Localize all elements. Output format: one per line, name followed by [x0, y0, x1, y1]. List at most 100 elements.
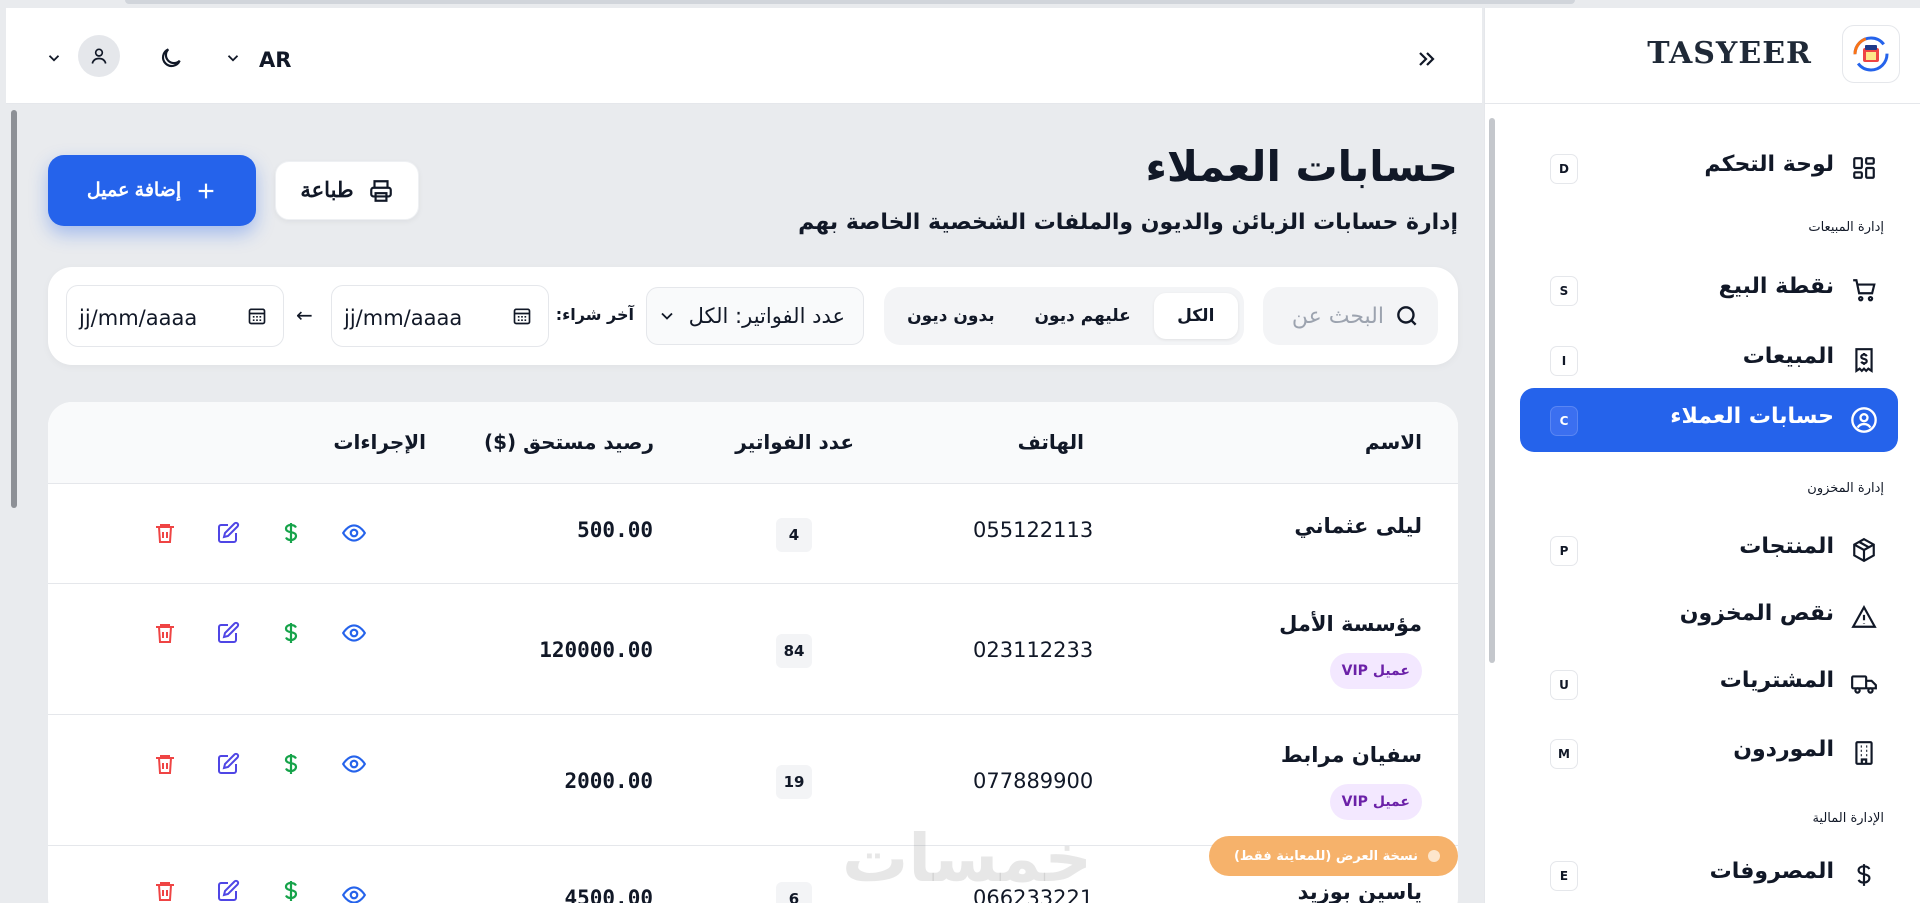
edit-icon: [218, 521, 240, 543]
delete-button[interactable]: [150, 618, 180, 648]
payment-button[interactable]: [276, 876, 306, 903]
delete-button[interactable]: [150, 518, 180, 548]
edit-button[interactable]: [213, 618, 243, 648]
trash-icon: [156, 624, 174, 643]
language-dropdown-toggle[interactable]: [221, 46, 245, 70]
top-header: AR: [6, 8, 1482, 104]
vip-badge: عميل VIP: [1329, 653, 1422, 689]
search-field[interactable]: [1263, 287, 1438, 345]
user-circle-icon: [1850, 406, 1878, 434]
column-actions: الإجراءات: [333, 430, 426, 454]
customer-phone: 055122113: [973, 518, 1094, 542]
section-inventory-title: إدارة المخزون: [1807, 481, 1884, 496]
cart-icon: [1850, 276, 1878, 304]
edit-icon: [218, 752, 240, 774]
demo-version-badge: نسخة العرض (للمعاينة فقط): [1209, 836, 1458, 876]
payment-button[interactable]: [276, 749, 306, 779]
trash-icon: [156, 882, 174, 901]
chevron-down-icon: [657, 306, 677, 331]
balance-due: 2000.00: [564, 769, 653, 793]
column-balance[interactable]: رصيد مستحق ($): [484, 430, 654, 454]
box-icon: [1850, 536, 1878, 564]
delete-button[interactable]: [150, 749, 180, 779]
calendar-icon[interactable]: [247, 306, 267, 330]
truck-icon: [1850, 670, 1878, 698]
dollar-icon: [284, 623, 298, 643]
collapse-sidebar-button[interactable]: [1411, 44, 1441, 74]
shortcut-key: E: [1550, 861, 1578, 891]
watermark: خمسات: [842, 820, 1093, 897]
edit-button[interactable]: [213, 518, 243, 548]
sidebar-item-sales[interactable]: المبيعات I: [1520, 328, 1898, 392]
last-purchase-label: آخر شراء:: [555, 305, 634, 324]
sidebar-item-dashboard[interactable]: لوحة التحكم D: [1520, 136, 1898, 200]
sidebar-item-customer-accounts[interactable]: حسابات العملاء C: [1520, 388, 1898, 452]
edit-button[interactable]: [213, 749, 243, 779]
date-from-input[interactable]: jj/mm/aaaa: [331, 285, 549, 347]
edit-button[interactable]: [213, 876, 243, 903]
sidebar-scrollbar[interactable]: [1489, 118, 1495, 663]
language-selector[interactable]: AR: [259, 48, 291, 72]
view-button[interactable]: [339, 618, 369, 648]
section-finance-title: الإدارة المالية: [1812, 811, 1884, 826]
balance-due: 120000.00: [539, 638, 653, 662]
calendar-icon[interactable]: [512, 306, 532, 330]
moon-icon: [161, 48, 181, 68]
eye-icon: [341, 524, 367, 542]
brand: TASYEER: [1485, 8, 1920, 104]
shortcut-key: S: [1550, 276, 1578, 306]
shortcut-key: P: [1550, 536, 1578, 566]
warning-icon: [1850, 603, 1878, 631]
payment-button[interactable]: [276, 518, 306, 548]
tab-without-debts[interactable]: بدون ديون: [890, 293, 1012, 339]
print-button[interactable]: طباعة: [275, 161, 419, 220]
shortcut-key: U: [1550, 670, 1578, 700]
sidebar-item-label: المشتريات: [1719, 668, 1834, 693]
shortcut-key: C: [1550, 406, 1578, 436]
page-title: حسابات العملاء: [1145, 142, 1458, 191]
theme-toggle-button[interactable]: [156, 43, 186, 73]
invoice-count: 4: [776, 518, 812, 552]
column-name[interactable]: الاسم: [1365, 430, 1422, 454]
main-scrollbar[interactable]: [11, 110, 17, 508]
eye-icon: [341, 886, 367, 903]
add-customer-button[interactable]: إضافة عميل: [48, 155, 256, 226]
dollar-icon: [284, 754, 298, 774]
tab-all[interactable]: الكل: [1153, 293, 1238, 339]
tab-with-debts[interactable]: عليهم ديون: [1018, 293, 1148, 339]
view-button[interactable]: [339, 749, 369, 779]
print-label: طباعة: [300, 179, 354, 202]
user-avatar[interactable]: [78, 35, 120, 77]
column-phone[interactable]: الهاتف: [1018, 430, 1084, 454]
user-menu-toggle[interactable]: [42, 46, 66, 70]
sidebar-item-purchases[interactable]: المشتريات U: [1520, 652, 1898, 716]
sidebar-item-expenses[interactable]: المصروفات E: [1520, 843, 1898, 903]
date-to-input[interactable]: jj/mm/aaaa: [66, 285, 284, 347]
edit-icon: [218, 621, 240, 643]
sidebar-item-label: المنتجات: [1739, 534, 1834, 559]
payment-button[interactable]: [276, 618, 306, 648]
customer-name: ليلى عثماني: [1294, 514, 1422, 538]
sidebar-item-low-stock[interactable]: نقص المخزون: [1520, 585, 1898, 649]
customer-name: سفيان مرابط: [1280, 743, 1422, 767]
search-input[interactable]: [1274, 299, 1384, 333]
customer-phone: 023112233: [973, 638, 1094, 662]
brand-logo[interactable]: [1842, 25, 1900, 83]
column-invoices[interactable]: عدد الفواتير: [735, 430, 854, 454]
double-chevron-right-icon: [1419, 52, 1435, 66]
chevron-down-icon: [48, 55, 60, 62]
eye-icon: [341, 755, 367, 773]
view-button[interactable]: [339, 518, 369, 548]
section-sales-title: إدارة المبيعات: [1808, 220, 1884, 235]
delete-button[interactable]: [150, 876, 180, 903]
customer-phone: 077889900: [973, 769, 1094, 793]
sidebar-item-suppliers[interactable]: الموردون M: [1520, 721, 1898, 785]
invoice-count: 84: [776, 634, 812, 668]
invoice-count-select[interactable]: عدد الفواتير: الكل: [646, 287, 864, 345]
sidebar-item-pos[interactable]: نقطة البيع S: [1520, 258, 1898, 322]
view-button[interactable]: [339, 880, 369, 903]
dollar-icon: [284, 881, 298, 901]
sidebar-item-products[interactable]: المنتجات P: [1520, 518, 1898, 582]
brand-name: TASYEER: [1647, 36, 1812, 71]
date-to-value: jj/mm/aaaa: [79, 306, 198, 330]
